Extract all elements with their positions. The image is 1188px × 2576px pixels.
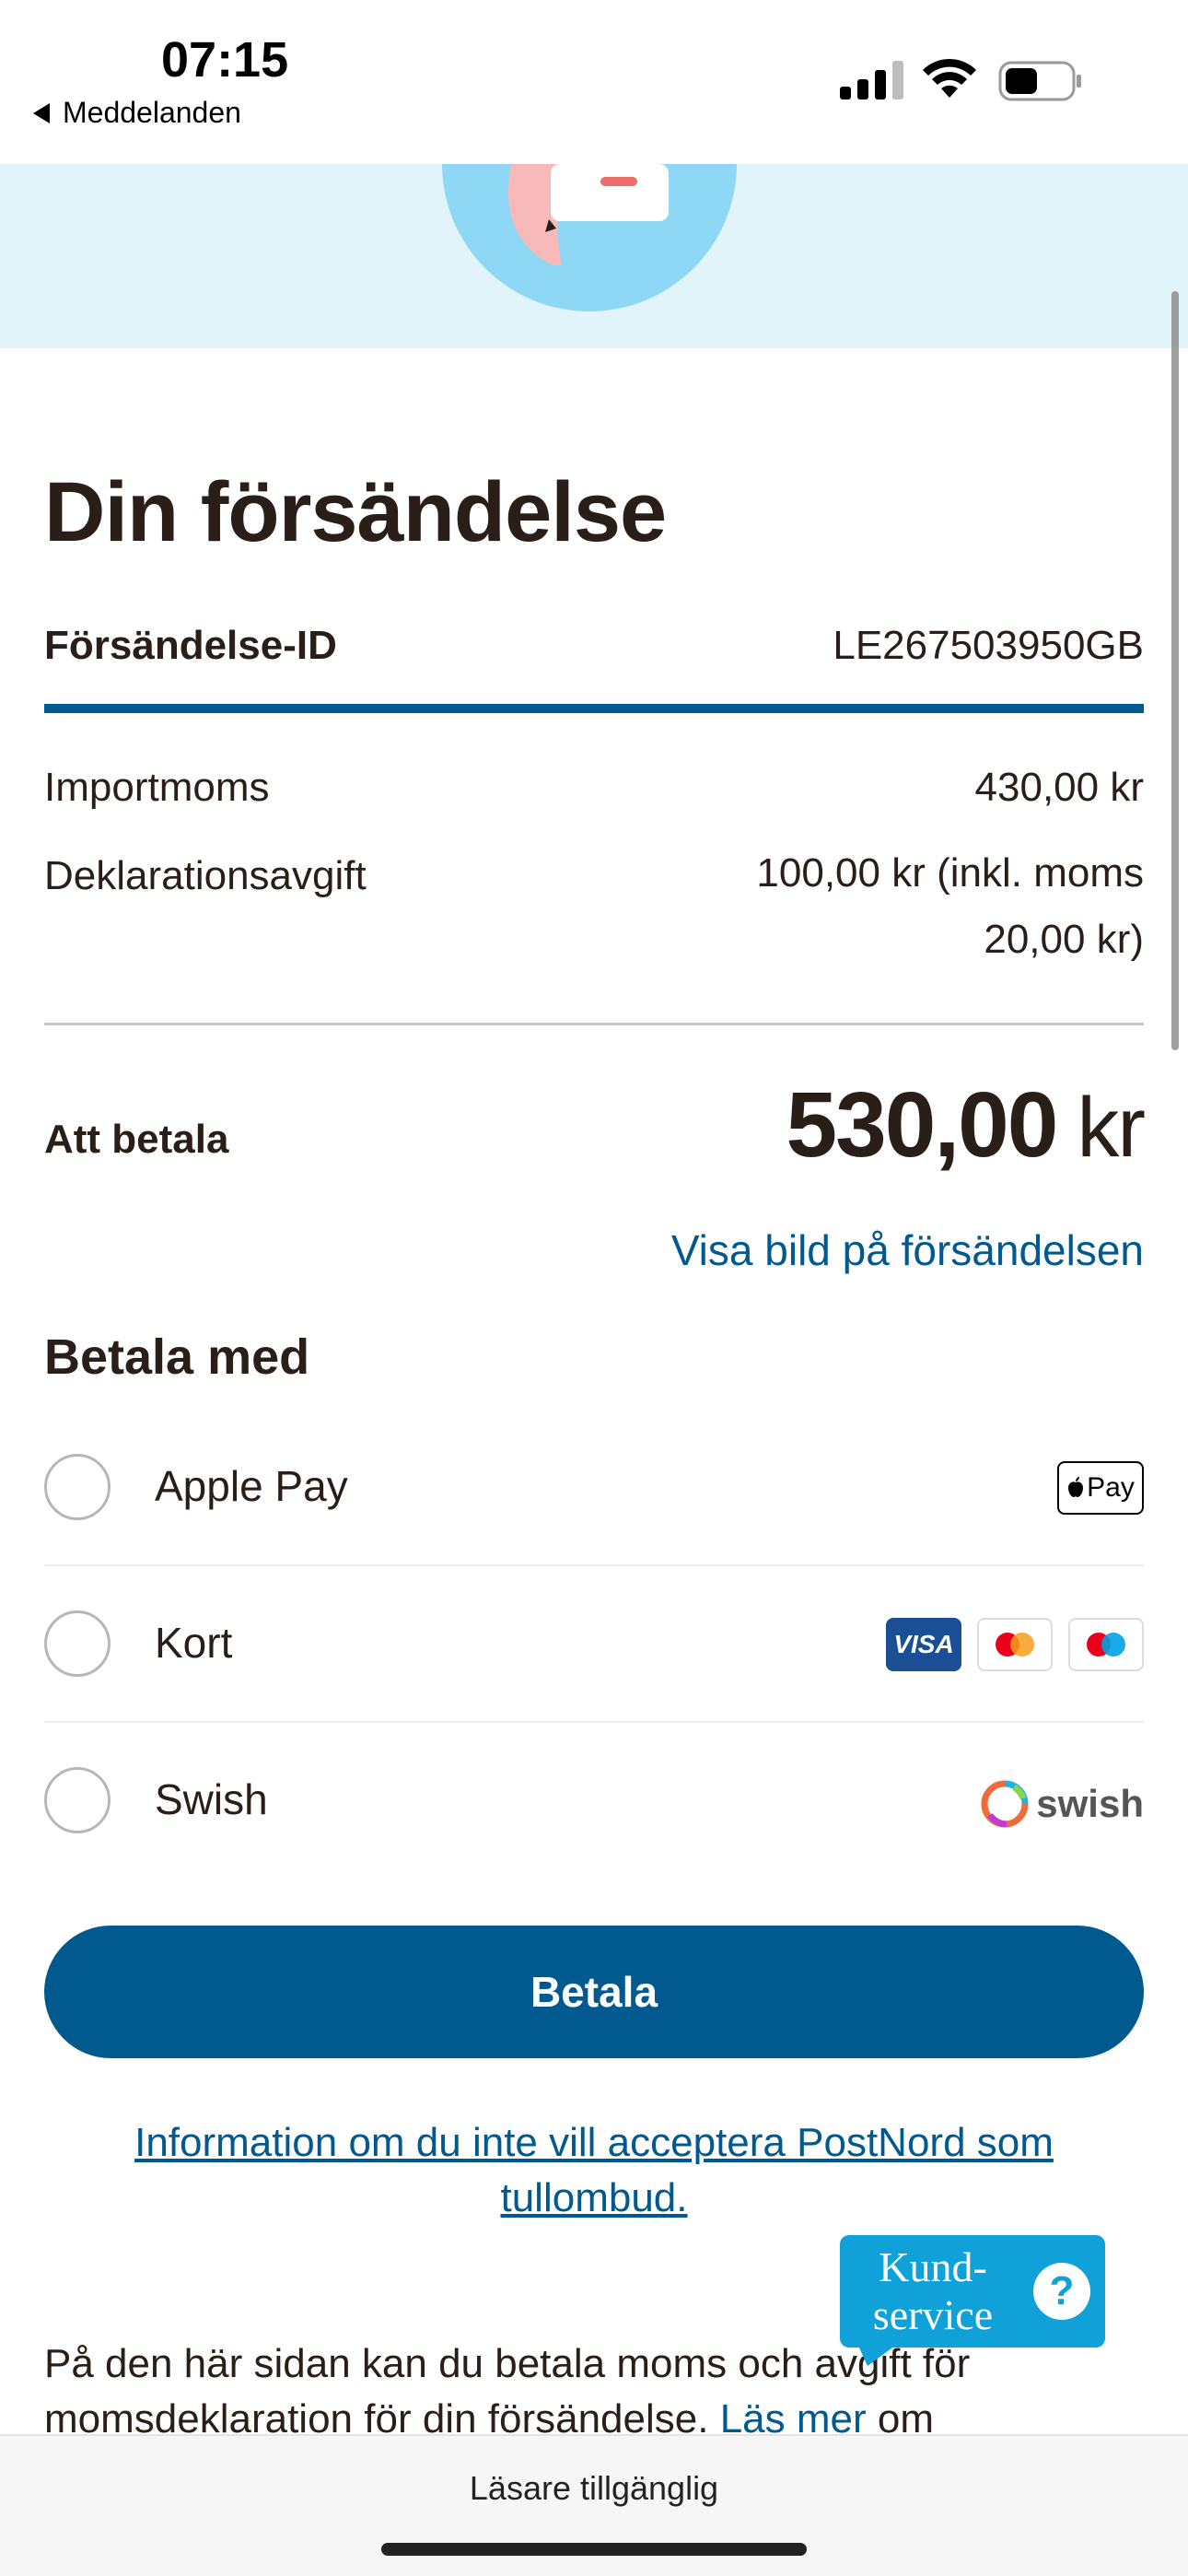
payment-method-heading: Betala med <box>44 1329 310 1385</box>
visa-logo-text: VISA <box>893 1630 954 1658</box>
customer-service-button[interactable]: Kund- service ? <box>840 2235 1105 2366</box>
apple-pay-logo-icon: Pay <box>1057 1461 1144 1515</box>
declaration-fee-value: 100,00 kr (inkl. moms 20,00 kr) <box>756 840 1144 973</box>
import-vat-label: Importmoms <box>44 765 270 810</box>
back-arrow-icon <box>33 102 50 123</box>
customer-service-line2: service <box>872 2291 994 2338</box>
apple-pay-radio[interactable] <box>44 1454 111 1520</box>
total-amount-unit: kr <box>1077 1081 1146 1175</box>
status-bar: 07:15 Meddelanden <box>0 0 1188 164</box>
battery-icon <box>998 61 1081 101</box>
apple-pay-logo-text: Pay <box>1087 1472 1135 1503</box>
swish-label: Swish <box>155 1775 268 1823</box>
package-illustration <box>442 164 737 311</box>
home-indicator[interactable] <box>381 2543 807 2556</box>
total-amount: 530,00 kr <box>786 1072 1146 1178</box>
back-label: Meddelanden <box>63 96 241 129</box>
customer-service-label: Kund- service <box>845 2243 1020 2339</box>
declaration-fee-value-line1: 100,00 kr (inkl. moms <box>756 850 1144 896</box>
payment-option-apple-pay[interactable]: Apple Pay Pay <box>44 1410 1144 1566</box>
status-time: 07:15 <box>161 32 289 88</box>
customer-service-line1: Kund- <box>879 2243 987 2290</box>
payment-option-swish[interactable]: Swish swish <box>44 1723 1144 1879</box>
hero-banner <box>0 164 1188 348</box>
back-to-messages-button[interactable]: Meddelanden <box>33 96 241 130</box>
swish-radio[interactable] <box>44 1767 111 1833</box>
declaration-fee-row: Deklarationsavgift 100,00 kr (inkl. moms… <box>44 850 1144 973</box>
reader-available-button[interactable]: Läsare tillgänglig <box>0 2469 1188 2508</box>
import-vat-row: Importmoms 430,00 kr <box>44 765 1144 811</box>
cellular-signal-icon <box>840 61 903 100</box>
total-amount-value: 530,00 <box>786 1073 1059 1177</box>
swish-logo-text: swish <box>1036 1782 1144 1825</box>
apple-logo-icon <box>1068 1477 1084 1497</box>
card-radio[interactable] <box>44 1610 111 1677</box>
payment-option-card[interactable]: Kort VISA <box>44 1566 1144 1723</box>
help-question-icon: ? <box>1033 2263 1090 2320</box>
declaration-fee-label: Deklarationsavgift <box>44 853 367 898</box>
page-scrollbar[interactable] <box>1171 291 1179 1050</box>
page-title: Din försändelse <box>44 465 667 559</box>
mastercard-logo-icon <box>977 1618 1053 1671</box>
declaration-fee-value-line2: 20,00 kr) <box>984 917 1144 962</box>
total-label: Att betala <box>44 1117 229 1162</box>
info-paragraph: På den här sidan kan du betala moms och … <box>44 2336 1144 2447</box>
pay-button[interactable]: Betala <box>44 1926 1144 2058</box>
browser-bottom-bar: Läsare tillgänglig <box>0 2434 1188 2576</box>
swish-logo-icon: swish <box>979 1774 1144 1833</box>
import-vat-value: 430,00 kr <box>974 765 1144 810</box>
shipment-id-value: LE267503950GB <box>833 623 1144 668</box>
view-shipment-image-link[interactable]: Visa bild på försändelsen <box>671 1225 1144 1275</box>
speech-bubble-tail <box>858 2346 895 2366</box>
card-label: Kort <box>155 1619 233 1667</box>
wifi-icon <box>923 58 976 98</box>
shipment-id-row: Försändelse-ID LE267503950GB <box>44 623 1144 669</box>
customs-agent-info-link[interactable]: Information om du inte vill acceptera Po… <box>44 2115 1144 2226</box>
shipment-id-label: Försändelse-ID <box>44 623 337 668</box>
maestro-logo-icon <box>1068 1618 1144 1671</box>
total-divider <box>44 1023 1144 1025</box>
visa-logo-icon: VISA <box>886 1618 961 1671</box>
header-divider <box>44 704 1144 713</box>
apple-pay-label: Apple Pay <box>155 1462 348 1510</box>
